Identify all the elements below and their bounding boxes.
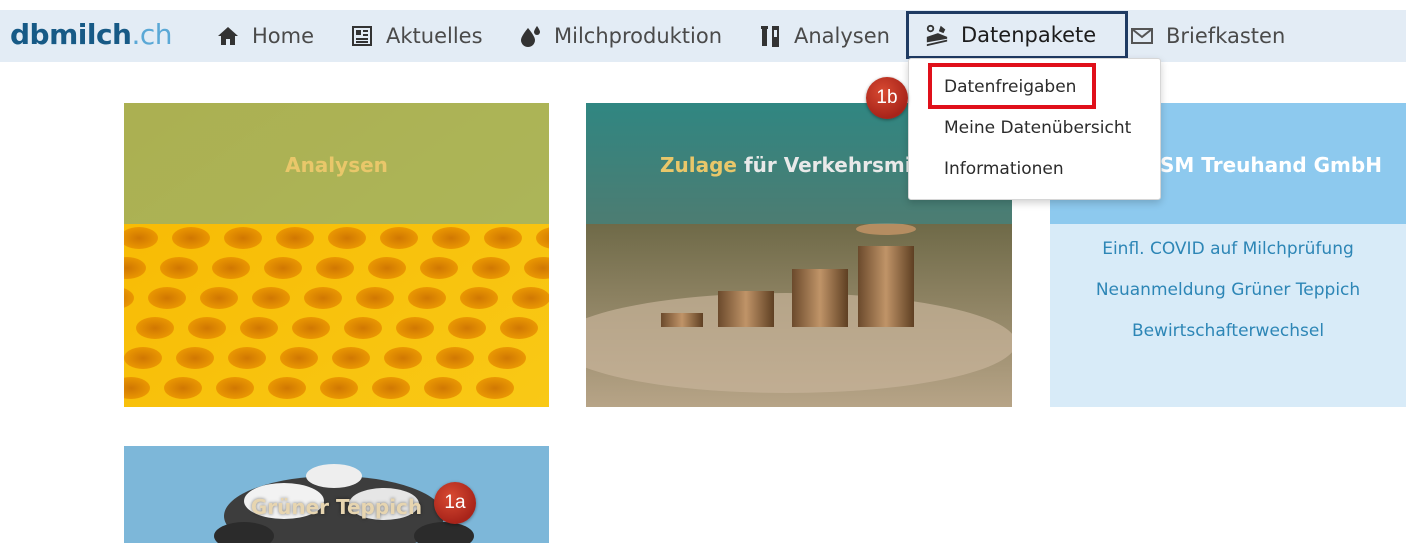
annotation-badge-1b: 1b (866, 77, 908, 119)
nav-item-briefkasten[interactable]: Briefkasten (1130, 10, 1285, 62)
nav-item-analysen[interactable]: Analysen (758, 10, 890, 62)
nav-item-home[interactable]: Home (216, 10, 314, 62)
nav-label-analysen: Analysen (794, 24, 890, 48)
info-link-bewirtschafter[interactable]: Bewirtschafterwechsel (1050, 321, 1406, 341)
info-link-covid[interactable]: Einfl. COVID auf Milchprüfung (1050, 239, 1406, 259)
tile-analysen-title: Analysen (285, 153, 388, 177)
tile-zulage-title: Zulage für Verkehrsmi (660, 153, 912, 177)
envelope-icon (1130, 24, 1154, 48)
highlight-box-datenfreigaben (928, 63, 1096, 109)
nav-label-milchproduktion: Milchproduktion (554, 24, 723, 48)
menu-item-informationen[interactable]: Informationen (944, 159, 1064, 179)
tile-zulage-title-part1: Zulage (660, 153, 737, 177)
info-link-neuanmeldung[interactable]: Neuanmeldung Grüner Teppich (1050, 280, 1406, 300)
farm-data-icon (925, 23, 949, 47)
logo-text-tld: .ch (131, 18, 173, 51)
top-navbar: dbmilch.ch Home Aktuelles Milchproduktio… (0, 10, 1406, 62)
logo-text-main: dbmilch (10, 18, 132, 51)
newspaper-icon (350, 24, 374, 48)
nav-label-briefkasten: Briefkasten (1166, 24, 1286, 48)
annotation-badge-1a: 1a (434, 482, 476, 524)
nav-item-milchproduktion[interactable]: Milchproduktion (518, 10, 722, 62)
nav-item-datenpakete[interactable]: Datenpakete (906, 11, 1128, 59)
nav-label-datenpakete: Datenpakete (961, 23, 1097, 47)
nav-label-aktuelles: Aktuelles (386, 24, 483, 48)
lab-tubes-icon (758, 24, 782, 48)
milk-drop-icon (518, 24, 542, 48)
tile-gruener-title: Grüner Teppich (250, 495, 423, 519)
tile-zulage-title-part2: für Verkehrsmi (743, 153, 912, 177)
nav-label-home: Home (252, 24, 315, 48)
home-icon (216, 24, 240, 48)
menu-item-meine-datenuebersicht[interactable]: Meine Datenübersicht (944, 118, 1131, 138)
tile-analysen[interactable]: Analysen (124, 103, 549, 407)
nav-item-aktuelles[interactable]: Aktuelles (350, 10, 483, 62)
tile-gruener-teppich[interactable]: Grüner Teppich (124, 446, 549, 543)
tile-treuhand-title: SM Treuhand GmbH (1160, 153, 1382, 177)
site-logo[interactable]: dbmilch.ch (10, 18, 173, 51)
